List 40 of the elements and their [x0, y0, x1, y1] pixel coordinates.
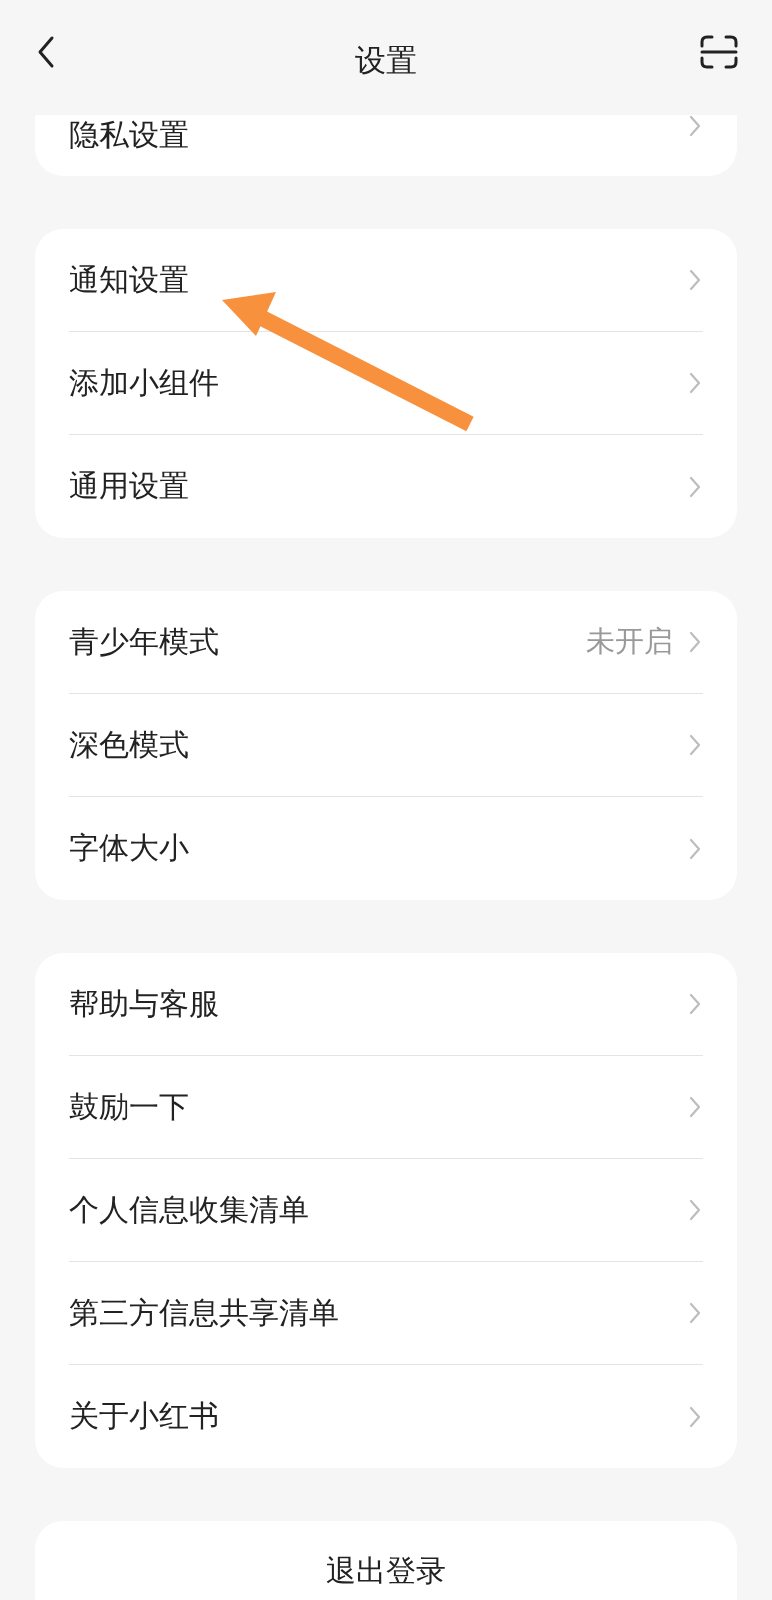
logout-button[interactable]: 退出登录: [35, 1521, 737, 1600]
chevron-icon: [689, 475, 701, 498]
row-label: 通用设置: [69, 467, 190, 505]
page-title: 设置: [354, 41, 418, 80]
settings-row[interactable]: 个人信息收集清单: [69, 1159, 703, 1262]
chevron-icon: [689, 1199, 701, 1221]
settings-row[interactable]: 添加小组件: [69, 332, 703, 435]
row-label: 深色模式: [69, 725, 190, 764]
back-icon[interactable]: [36, 34, 56, 69]
row-label: 隐私设置: [69, 116, 190, 154]
settings-row[interactable]: 通用设置: [69, 435, 703, 538]
chevron-icon: [689, 1096, 701, 1118]
chevron-icon: [689, 993, 701, 1015]
scan-icon[interactable]: [700, 34, 738, 69]
settings-row[interactable]: 鼓励一下: [69, 1056, 703, 1159]
row-label: 第三方信息共享清单: [69, 1293, 340, 1332]
chevron-icon: [689, 269, 701, 291]
row-label: 帮助与客服: [69, 984, 220, 1023]
settings-row[interactable]: 帮助与客服: [69, 953, 703, 1056]
row-label: 字体大小: [69, 829, 190, 867]
settings-row[interactable]: 第三方信息共享清单: [69, 1262, 703, 1365]
row-value: 未开启: [586, 623, 673, 660]
row-label: 添加小组件: [69, 363, 220, 402]
settings-row[interactable]: 字体大小: [69, 797, 703, 900]
settings-row[interactable]: 深色模式: [69, 694, 703, 797]
row-label: 鼓励一下: [69, 1087, 190, 1126]
chevron-icon: [689, 1302, 701, 1324]
chevron-icon: [689, 1405, 701, 1428]
row-label: 个人信息收集清单: [69, 1190, 310, 1229]
row-label: 关于小红书: [69, 1397, 220, 1435]
settings-row[interactable]: 隐私设置: [69, 115, 703, 176]
chevron-icon: [689, 631, 701, 653]
settings-row[interactable]: 关于小红书: [69, 1365, 703, 1468]
chevron-icon: [689, 372, 701, 394]
row-label: 通知设置: [69, 260, 190, 299]
chevron-icon: [689, 734, 701, 756]
chevron-icon: [689, 115, 701, 137]
row-label: 青少年模式: [69, 622, 220, 661]
chevron-icon: [689, 837, 701, 860]
settings-row[interactable]: 青少年模式 未开启: [69, 591, 703, 694]
